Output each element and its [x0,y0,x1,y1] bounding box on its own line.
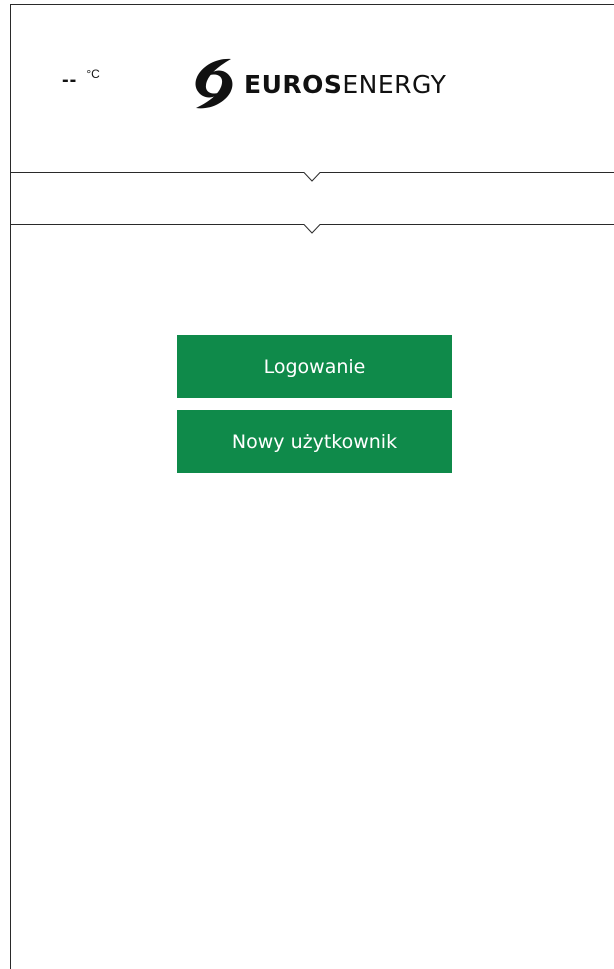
subheader-divider [10,224,614,238]
brand-logo: EUROSENERGY [188,54,446,114]
new-user-button[interactable]: Nowy użytkownik [177,410,452,473]
euros-energy-swirl-icon [195,58,233,109]
brand-name-light: ENERGY [342,69,447,99]
temperature-readout: -- °C [62,67,100,91]
brand-name-bold: EUROS [244,69,343,99]
temperature-unit: °C [86,67,100,81]
divider-line [10,224,614,234]
login-button[interactable]: Logowanie [177,335,452,398]
temperature-value: -- [62,69,78,91]
divider-line [10,172,614,182]
brand-name: EUROSENERGY [244,72,446,97]
header-divider [10,172,614,186]
app-header: -- °C EUROSENERGY [10,4,614,173]
